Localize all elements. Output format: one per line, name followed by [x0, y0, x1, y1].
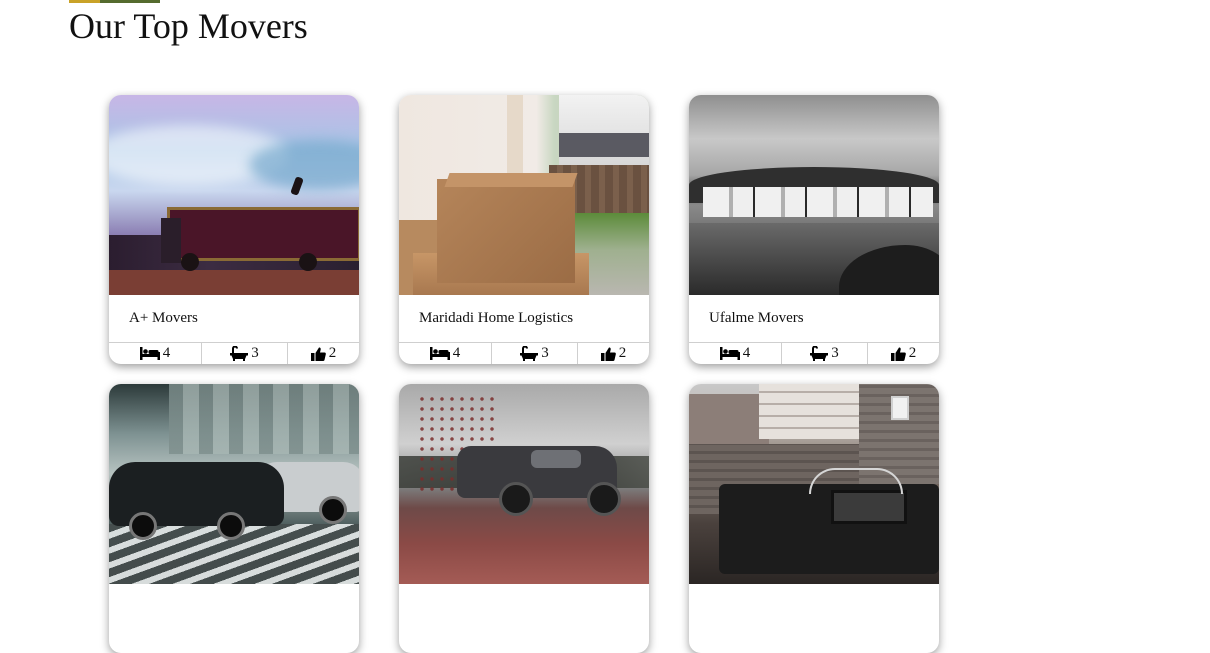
- mover-photo-truck-fleet[interactable]: [689, 95, 939, 295]
- photo-wheel: [587, 482, 621, 516]
- mover-photo-street-cars[interactable]: [109, 384, 359, 584]
- stat-baths: 3: [202, 343, 288, 364]
- beds-count: 4: [452, 345, 461, 361]
- mover-card[interactable]: Maridadi Home Logistics 4 3 2: [399, 95, 649, 364]
- bed-icon: [429, 347, 450, 360]
- page-title: Our Top Movers: [69, 6, 308, 46]
- photo-wheel: [499, 482, 533, 516]
- photo-house: [759, 384, 859, 439]
- thumbs-up-icon: [890, 347, 906, 361]
- photo-rover-window: [831, 490, 907, 524]
- stat-likes[interactable]: 2: [578, 343, 649, 364]
- photo-wheel: [299, 253, 317, 271]
- mover-photo-muddy-pickup[interactable]: [399, 384, 649, 584]
- bed-icon: [719, 347, 740, 360]
- photo-box-flap: [444, 173, 578, 187]
- mover-card[interactable]: Ufalme Movers 4 3 2: [689, 95, 939, 364]
- mover-card[interactable]: [109, 384, 359, 653]
- photo-building: [169, 384, 359, 454]
- photo-pickup-window: [531, 450, 581, 468]
- stat-beds: 4: [109, 343, 202, 364]
- baths-count: 3: [831, 345, 839, 361]
- photo-box: [437, 179, 575, 283]
- accent-bar-olive: [100, 0, 160, 3]
- photo-truck-cab: [161, 218, 181, 263]
- photo-wheel: [217, 512, 245, 540]
- accent-bar-gold: [69, 0, 100, 3]
- section-accent-bar: [69, 0, 160, 3]
- stat-baths: 3: [782, 343, 868, 364]
- stat-likes[interactable]: 2: [288, 343, 359, 364]
- stat-baths: 3: [492, 343, 578, 364]
- photo-truck-body: [167, 207, 359, 261]
- mover-photo-truck-jump[interactable]: [109, 95, 359, 295]
- mover-stats: 4 3 2: [689, 342, 939, 364]
- mover-stats: 4 3 2: [399, 342, 649, 364]
- beds-count: 4: [162, 345, 171, 361]
- bathtub-icon: [230, 346, 249, 361]
- mover-name[interactable]: Maridadi Home Logistics: [399, 295, 649, 342]
- photo-ground: [109, 270, 359, 295]
- mover-photo-vintage-rover[interactable]: [689, 384, 939, 584]
- likes-count: 2: [618, 345, 627, 361]
- photo-truck-row: [703, 187, 933, 217]
- mover-card[interactable]: [399, 384, 649, 653]
- photo-roof: [559, 133, 649, 157]
- photo-window: [891, 396, 909, 420]
- likes-count: 2: [328, 345, 337, 361]
- photo-cloud: [249, 140, 359, 190]
- thumbs-up-icon: [310, 347, 326, 361]
- stat-beds: 4: [399, 343, 492, 364]
- thumbs-up-icon: [600, 347, 616, 361]
- photo-rope: [809, 468, 903, 494]
- mover-card[interactable]: A+ Movers 4 3 2: [109, 95, 359, 364]
- photo-wheel: [319, 496, 347, 524]
- movers-grid: A+ Movers 4 3 2 Maridadi Home Logistics …: [109, 95, 939, 653]
- mover-name[interactable]: Ufalme Movers: [689, 295, 939, 342]
- stat-likes[interactable]: 2: [868, 343, 939, 364]
- baths-count: 3: [541, 345, 549, 361]
- bathtub-icon: [810, 346, 829, 361]
- bathtub-icon: [520, 346, 539, 361]
- mover-stats: 4 3 2: [109, 342, 359, 364]
- baths-count: 3: [251, 345, 259, 361]
- mover-card[interactable]: [689, 384, 939, 653]
- mover-name[interactable]: A+ Movers: [109, 295, 359, 342]
- beds-count: 4: [742, 345, 751, 361]
- bed-icon: [139, 347, 160, 360]
- photo-wheel: [129, 512, 157, 540]
- likes-count: 2: [908, 345, 917, 361]
- mover-photo-moving-boxes[interactable]: [399, 95, 649, 295]
- stat-beds: 4: [689, 343, 782, 364]
- photo-wheel: [181, 253, 199, 271]
